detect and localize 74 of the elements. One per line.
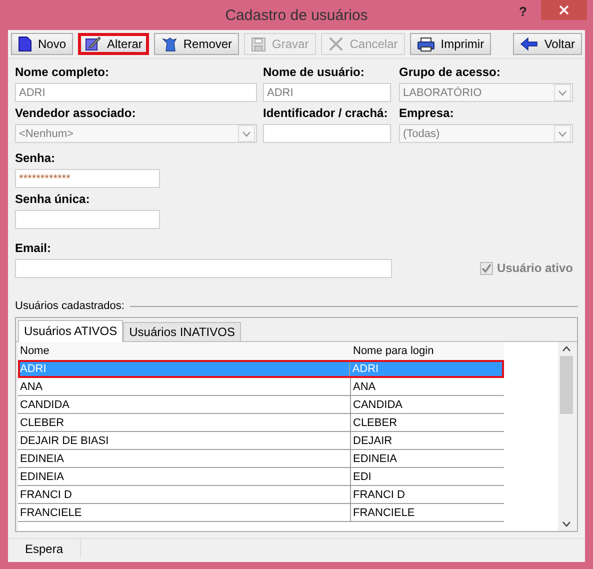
table-row[interactable]: ANA ANA [18,378,504,396]
dropdown-field[interactable]: <Nenhum> [15,124,257,143]
table-cell: DEJAIR DE BIASI [18,432,351,449]
table-row[interactable]: CANDIDA CANDIDA [18,396,504,414]
scrollbar[interactable] [558,342,575,531]
dropdown-field[interactable]: (Todas) [399,124,573,143]
toolbar-button[interactable]: Novo [11,33,74,55]
group-title: Usuários cadastrados: [15,300,124,312]
field-label: Senha: [15,151,56,165]
tab[interactable]: Usuários INATIVOS [123,322,241,341]
edit-icon [85,36,102,52]
table-row[interactable]: FRANCI D FRANCI D [18,486,504,504]
scroll-down-icon[interactable] [562,521,571,527]
toolbar-button[interactable]: Remover [154,33,240,55]
field-label: Senha única: [15,192,91,206]
field-label: Identificador / crachá: [263,106,389,120]
toolbar-button[interactable]: Voltar [513,33,582,55]
document-icon [18,36,32,52]
left-arrow-icon [520,37,538,51]
close-button[interactable] [541,0,587,20]
table-row[interactable]: EDINEIA EDINEIA [18,450,504,468]
field-label: Empresa: [399,106,455,120]
scrollbar-thumb[interactable] [560,356,573,414]
table-cell: FRANCI D [18,486,351,503]
table-cell-text: ADRI [351,362,380,376]
text-field[interactable] [263,124,391,143]
field-label: Nome completo: [15,65,110,79]
column-header[interactable]: Nome [18,345,351,357]
chevron-down-icon [242,130,251,136]
table-cell-text: EDI [352,470,372,484]
email-field[interactable] [15,259,392,278]
cross-icon [328,36,344,52]
table-row[interactable]: CLEBER CLEBER [18,414,504,432]
table-cell: EDINEIA [18,450,351,467]
tab[interactable]: Usuários ATIVOS [18,320,124,342]
table-cell: ADRI [18,360,350,377]
table-row[interactable]: FRANCIELE FRANCIELE [18,504,504,522]
field-label: Nome de usuário: [263,65,366,79]
chevron-down-icon [558,130,567,136]
text-field[interactable] [15,210,160,229]
table-cell-text: FRANCI D [352,488,406,502]
help-button[interactable]: ? [519,4,527,19]
toolbar-button[interactable]: Alterar [78,33,150,55]
dropdown-field[interactable]: LABORATÓRIO [399,83,573,102]
table-row[interactable]: EDINEIA EDI [18,468,504,486]
table-cell-text: DEJAIR [352,434,394,448]
status-text: Espera [8,539,82,558]
table-row[interactable]: DEJAIR DE BIASI DEJAIR [18,432,504,450]
table-cell: CLEBER [18,414,351,431]
table-cell: ANA [18,378,351,395]
field-label: Email: [15,241,52,255]
trash-icon [161,36,178,52]
scroll-up-icon[interactable] [562,346,571,352]
toolbar-button[interactable]: Imprimir [410,33,492,55]
field-label: Vendedor associado: [15,106,137,120]
close-icon [559,5,569,15]
window-title: Cadastro de usuários [225,6,368,24]
table-cell: CANDIDA [18,396,351,413]
table-cell-text: EDINEIA [352,452,398,466]
check-icon [480,262,492,274]
table-cell-text: ANA [352,380,377,394]
table-cell: EDINEIA [18,468,351,485]
password-field[interactable]: ************ [15,169,160,188]
text-field[interactable]: ADRI [263,83,391,102]
table-cell: FRANCIELE [18,504,351,521]
text-field[interactable]: ADRI [15,83,257,102]
printer-icon [416,36,435,52]
column-header[interactable]: Nome para login [351,345,504,357]
table-cell-text: FRANCIELE [352,506,416,520]
chevron-down-icon [558,90,567,96]
table-cell-text: CANDIDA [352,398,404,412]
field-label: Grupo de acesso: [399,65,502,79]
floppy-icon [251,36,266,52]
table-cell-text: CLEBER [352,416,398,430]
